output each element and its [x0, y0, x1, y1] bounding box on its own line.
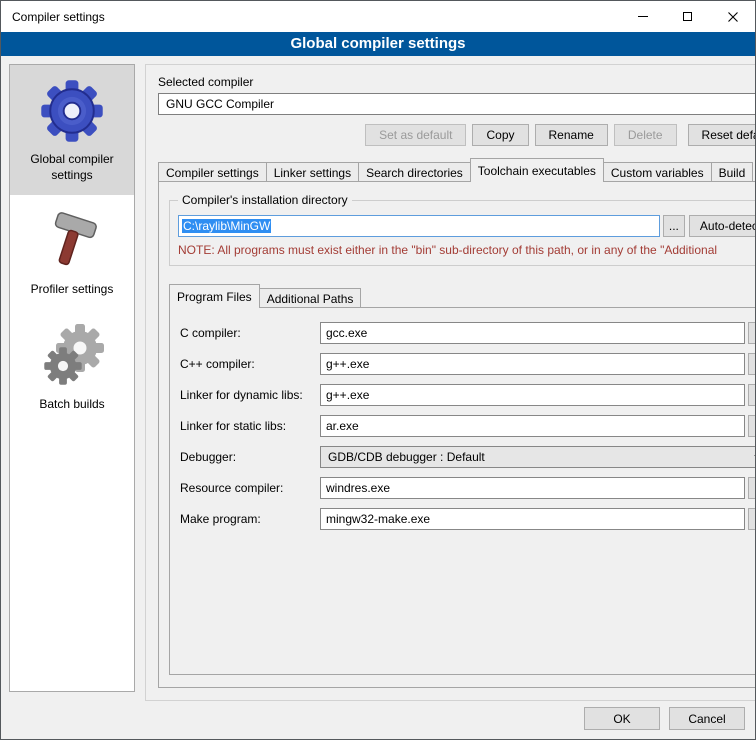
compiler-actions: Set as default Copy Rename Delete Reset …: [158, 124, 756, 146]
browse-directory-button[interactable]: ...: [663, 215, 685, 237]
debugger-select-value: GDB/CDB debugger : Default: [328, 450, 485, 464]
resource-compiler-label: Resource compiler:: [180, 481, 320, 495]
browse-resource-compiler-button[interactable]: ...: [748, 477, 756, 499]
static-linker-row: Linker for static libs: ...: [180, 415, 756, 437]
window-title: Compiler settings: [1, 10, 105, 24]
browse-c-compiler-button[interactable]: ...: [748, 322, 756, 344]
cpp-compiler-input[interactable]: [320, 353, 745, 375]
cpp-compiler-row: C++ compiler: ...: [180, 353, 756, 375]
dialog-footer: OK Cancel: [584, 707, 745, 730]
gears-icon: [40, 324, 104, 388]
program-files-tabstrip: Program Files Additional Paths: [169, 284, 756, 308]
tab-search-directories[interactable]: Search directories: [358, 162, 471, 182]
sidebar-item-label: Profiler settings: [31, 282, 114, 298]
toolchain-executables-page: Compiler's installation directory C:\ray…: [158, 181, 756, 688]
subtab-program-files[interactable]: Program Files: [169, 284, 260, 308]
c-compiler-row: C compiler: ...: [180, 322, 756, 344]
c-compiler-input[interactable]: [320, 322, 745, 344]
selected-compiler-select[interactable]: GNU GCC Compiler: [158, 93, 756, 115]
make-program-input[interactable]: [320, 508, 745, 530]
static-linker-label: Linker for static libs:: [180, 419, 320, 433]
tab-custom-variables[interactable]: Custom variables: [603, 162, 712, 182]
reset-defaults-button[interactable]: Reset defaults: [688, 124, 756, 146]
minimize-icon: [638, 16, 648, 17]
maximize-icon: [683, 12, 692, 21]
sidebar-item-global-compiler-settings[interactable]: Global compiler settings: [10, 65, 134, 195]
tab-toolchain-executables[interactable]: Toolchain executables: [470, 158, 604, 182]
debugger-row: Debugger: GDB/CDB debugger : Default: [180, 446, 756, 468]
debugger-label: Debugger:: [180, 450, 320, 464]
dynamic-linker-label: Linker for dynamic libs:: [180, 388, 320, 402]
static-linker-input[interactable]: [320, 415, 745, 437]
c-compiler-label: C compiler:: [180, 326, 320, 340]
make-program-row: Make program: ...: [180, 508, 756, 530]
subtab-additional-paths[interactable]: Additional Paths: [259, 288, 362, 308]
settings-tabstrip: Compiler settings Linker settings Search…: [158, 158, 756, 182]
cancel-button[interactable]: Cancel: [669, 707, 745, 730]
dialog-body: Global compiler settings Profiler settin…: [1, 56, 755, 702]
selected-compiler-value: GNU GCC Compiler: [166, 97, 274, 111]
installation-directory-group: Compiler's installation directory C:\ray…: [169, 200, 756, 266]
set-as-default-button[interactable]: Set as default: [365, 124, 466, 146]
resource-compiler-row: Resource compiler: ...: [180, 477, 756, 499]
installation-directory-value: C:\raylib\MinGW: [182, 219, 271, 233]
maximize-button[interactable]: [665, 1, 710, 32]
close-button[interactable]: [710, 1, 755, 32]
main-panel: Selected compiler GNU GCC Compiler Set a…: [145, 64, 756, 701]
gear-icon: [40, 79, 104, 143]
program-files-page: C compiler: ... C++ compiler: ... Linker…: [169, 307, 756, 675]
browse-make-program-button[interactable]: ...: [748, 508, 756, 530]
selected-compiler-label: Selected compiler: [158, 75, 756, 89]
window-controls: [620, 1, 755, 32]
delete-button[interactable]: Delete: [614, 124, 677, 146]
dynamic-linker-input[interactable]: [320, 384, 745, 406]
copy-button[interactable]: Copy: [472, 124, 528, 146]
hammer-icon: [40, 209, 104, 273]
titlebar: Compiler settings: [1, 1, 755, 32]
compiler-settings-window: Compiler settings Global compiler settin…: [0, 0, 756, 740]
bin-subdirectory-note: NOTE: All programs must exist either in …: [178, 243, 756, 257]
resource-compiler-input[interactable]: [320, 477, 745, 499]
tab-linker-settings[interactable]: Linker settings: [266, 162, 359, 182]
sidebar-item-profiler-settings[interactable]: Profiler settings: [10, 195, 134, 310]
make-program-label: Make program:: [180, 512, 320, 526]
close-icon: [728, 12, 738, 22]
sidebar-item-batch-builds[interactable]: Batch builds: [10, 310, 134, 425]
tab-build[interactable]: Build: [711, 162, 754, 182]
ok-button[interactable]: OK: [584, 707, 660, 730]
dynamic-linker-row: Linker for dynamic libs: ...: [180, 384, 756, 406]
program-files-tabs: Program Files Additional Paths: [169, 284, 756, 308]
tab-compiler-settings[interactable]: Compiler settings: [158, 162, 267, 182]
browse-cpp-compiler-button[interactable]: ...: [748, 353, 756, 375]
browse-dynamic-linker-button[interactable]: ...: [748, 384, 756, 406]
minimize-button[interactable]: [620, 1, 665, 32]
installation-directory-row: C:\raylib\MinGW ... Auto-detect: [178, 215, 756, 237]
rename-button[interactable]: Rename: [535, 124, 608, 146]
sidebar-item-label: Batch builds: [39, 397, 104, 413]
installation-directory-input[interactable]: C:\raylib\MinGW: [178, 215, 660, 237]
debugger-select[interactable]: GDB/CDB debugger : Default: [320, 446, 756, 468]
cpp-compiler-label: C++ compiler:: [180, 357, 320, 371]
browse-static-linker-button[interactable]: ...: [748, 415, 756, 437]
settings-tabs: Compiler settings Linker settings Search…: [158, 158, 753, 182]
installation-directory-group-label: Compiler's installation directory: [178, 193, 352, 207]
sidebar-item-label: Global compiler settings: [16, 152, 128, 183]
sidebar: Global compiler settings Profiler settin…: [9, 64, 135, 692]
dialog-banner: Global compiler settings: [1, 32, 755, 56]
auto-detect-button[interactable]: Auto-detect: [689, 215, 756, 237]
